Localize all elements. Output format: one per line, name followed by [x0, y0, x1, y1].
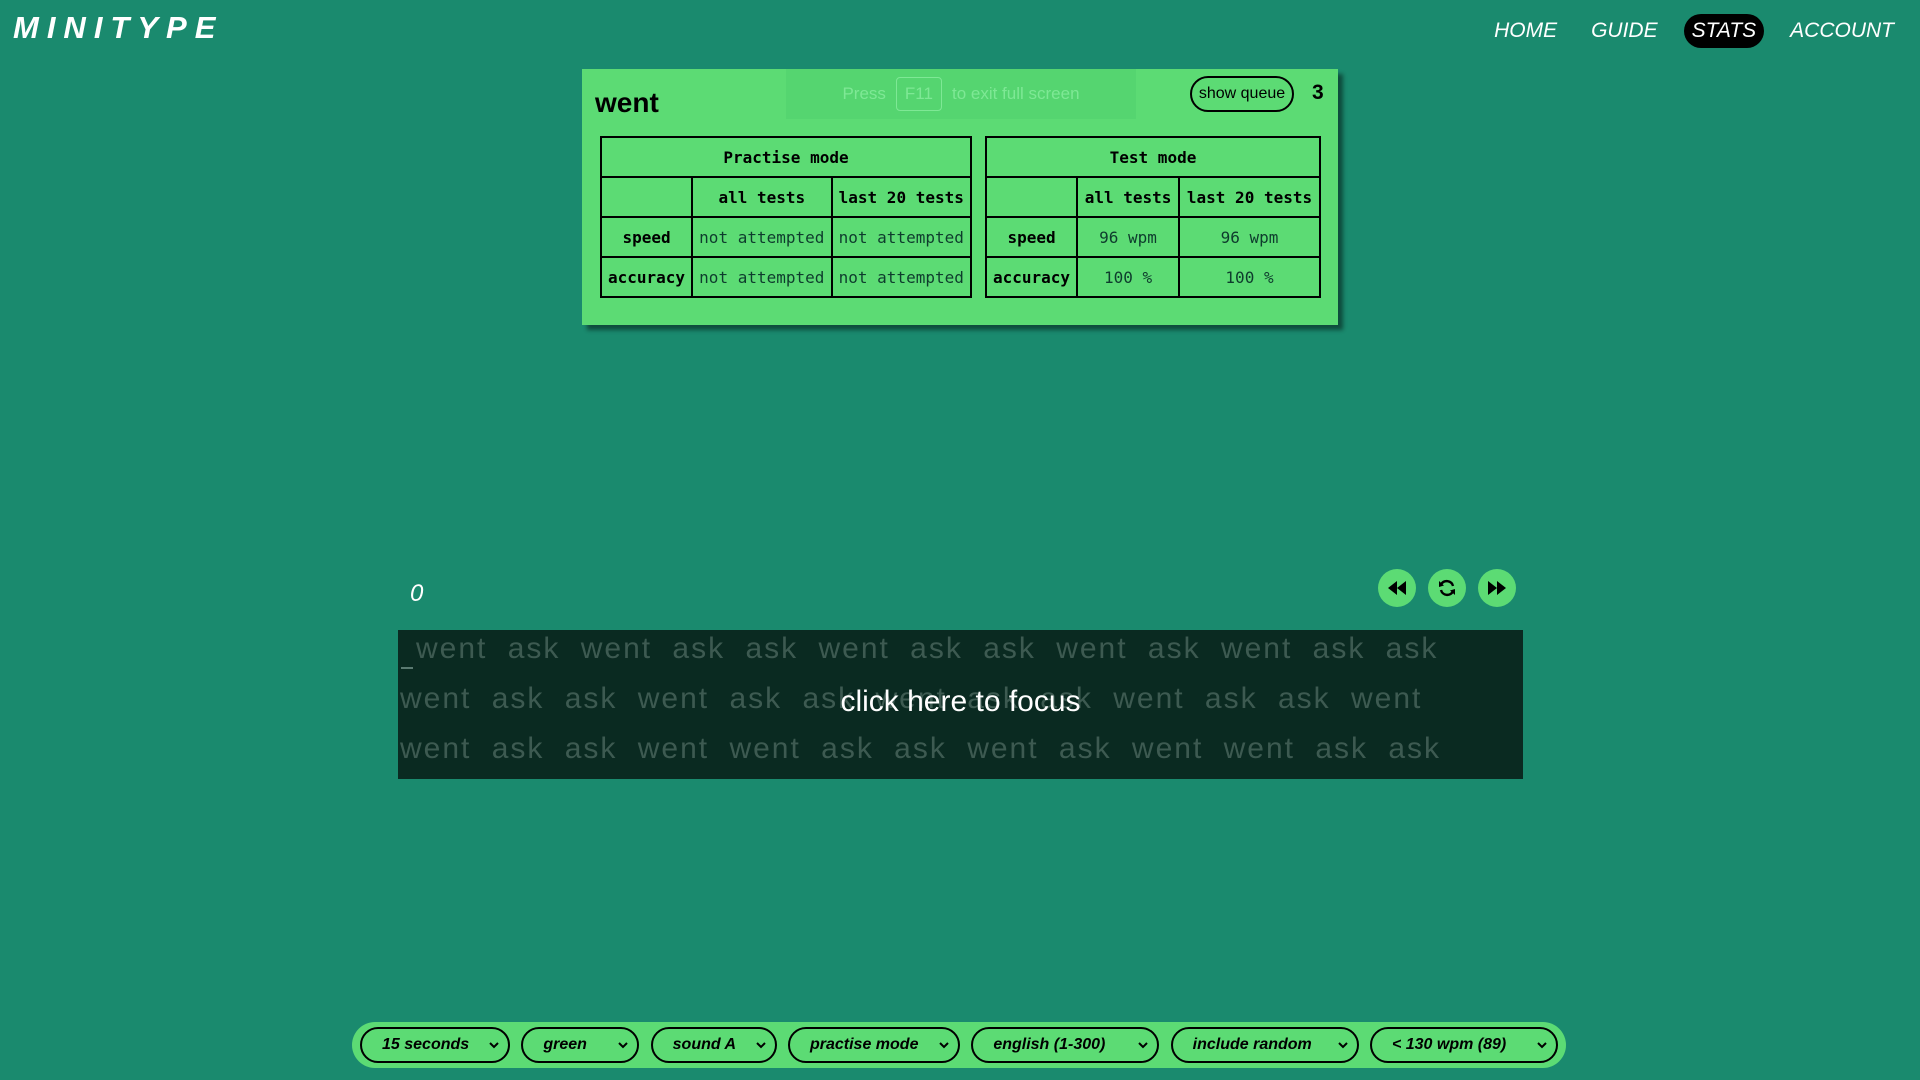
focus-message[interactable]: click here to focus [398, 685, 1523, 719]
text-caret [401, 667, 413, 669]
fullscreen-hint-text: to exit full screen [951, 84, 1080, 103]
word-counter: 0 [410, 580, 424, 607]
practise-mode-title: Practise mode [600, 136, 972, 178]
chevron-down-icon [489, 1042, 499, 1049]
popup-word-title: went [595, 87, 659, 118]
settings-bar: 15 seconds green sound A practise mode e… [352, 1022, 1566, 1068]
random-words-select-value: include random [1192, 1036, 1312, 1053]
mode-select-value: practise mode [809, 1036, 919, 1053]
test-speed-all: 96 wpm [1076, 216, 1181, 258]
test-mode-table: Test mode all tests last 20 tests speed … [984, 136, 1321, 298]
rewind-icon [1388, 581, 1406, 595]
practise-accuracy-last: not attempted [830, 256, 973, 298]
fullscreen-hint: Press F11 to exit full screen [786, 69, 1136, 119]
next-button[interactable] [1478, 569, 1516, 607]
practise-row-speed: speed [599, 216, 694, 258]
test-row-speed: speed [984, 216, 1079, 258]
fullscreen-hint-key: F11 [895, 77, 942, 111]
nav-home[interactable]: HOME [1486, 14, 1565, 48]
sound-select[interactable]: sound A [650, 1027, 777, 1063]
test-row-accuracy: accuracy [984, 256, 1079, 298]
duration-select[interactable]: 15 seconds [360, 1027, 510, 1063]
chevron-down-icon [1337, 1042, 1348, 1049]
show-queue-button[interactable]: show queue [1190, 76, 1294, 112]
practise-speed-all: not attempted [691, 216, 833, 258]
text-line-1: went ask went ask ask went ask ask went … [416, 632, 1439, 665]
sound-select-value: sound A [672, 1036, 737, 1053]
mode-select[interactable]: practise mode [787, 1027, 960, 1063]
theme-select[interactable]: green [521, 1027, 640, 1063]
test-speed-last: 96 wpm [1178, 216, 1321, 258]
chevron-down-icon [618, 1042, 629, 1049]
duration-select-value: 15 seconds [382, 1036, 470, 1053]
practise-row-accuracy: accuracy [599, 256, 694, 298]
nav-guide[interactable]: GUIDE [1583, 14, 1666, 48]
test-col-all-tests: all tests [1076, 176, 1181, 218]
restart-button[interactable] [1428, 569, 1466, 607]
practise-mode-table: Practise mode all tests last 20 tests sp… [599, 136, 973, 298]
test-mode-title: Test mode [985, 136, 1321, 178]
text-line-3: went ask ask went went ask ask went ask … [400, 732, 1442, 765]
chevron-down-icon [1537, 1042, 1547, 1049]
speed-filter-select[interactable]: < 130 wpm (89) [1369, 1027, 1558, 1063]
theme-select-value: green [543, 1036, 587, 1053]
language-select-value: english (1-300) [993, 1036, 1106, 1053]
test-col-last-20: last 20 tests [1178, 176, 1321, 218]
random-words-select[interactable]: include random [1170, 1027, 1359, 1063]
typing-text-area[interactable]: went ask went ask ask went ask ask went … [398, 630, 1523, 779]
nav-account[interactable]: ACCOUNT [1782, 14, 1902, 48]
test-accuracy-all: 100 % [1076, 256, 1181, 298]
queue-count: 3 [1312, 81, 1324, 104]
test-accuracy-last: 100 % [1178, 256, 1321, 298]
word-stats-popup: went Press F11 to exit full screen show … [582, 69, 1338, 325]
practise-col-all-tests: all tests [691, 176, 833, 218]
nav-stats[interactable]: STATS [1683, 14, 1765, 48]
practise-accuracy-all: not attempted [691, 256, 833, 298]
fullscreen-hint-press: Press [842, 84, 886, 103]
chevron-down-icon [1138, 1042, 1149, 1049]
previous-button[interactable] [1378, 569, 1416, 607]
speed-filter-select-value: < 130 wpm (89) [1391, 1036, 1507, 1053]
fast-forward-icon [1488, 581, 1506, 595]
refresh-icon [1439, 580, 1455, 596]
app-logo[interactable]: MINITYPE [13, 10, 223, 46]
top-nav: HOME GUIDE STATS ACCOUNT [1486, 14, 1902, 48]
chevron-down-icon [755, 1042, 766, 1049]
chevron-down-icon [939, 1042, 949, 1049]
table-corner-cell [984, 176, 1079, 218]
practise-col-last-20: last 20 tests [830, 176, 973, 218]
table-corner-cell [599, 176, 694, 218]
practise-speed-last: not attempted [830, 216, 973, 258]
language-select[interactable]: english (1-300) [971, 1027, 1160, 1063]
